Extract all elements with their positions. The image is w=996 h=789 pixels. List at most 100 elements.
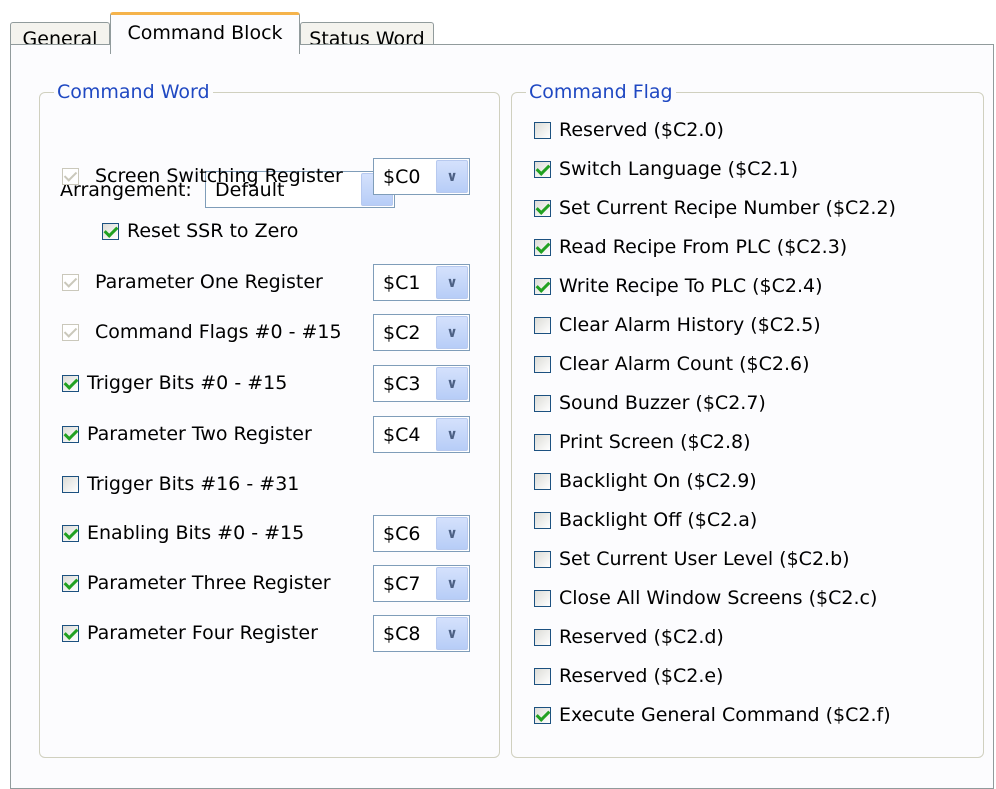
- command-word-checkbox[interactable]: [62, 574, 79, 592]
- command-flag-checkbox[interactable]: [534, 355, 551, 373]
- command-flag-checkbox[interactable]: [534, 316, 551, 334]
- register-select[interactable]: $C2 ∨: [373, 314, 470, 351]
- register-select[interactable]: $C8 ∨: [373, 615, 470, 652]
- chevron-down-icon[interactable]: ∨: [436, 367, 468, 400]
- command-flag-checkbox[interactable]: [534, 394, 551, 412]
- command-word-checkbox: [62, 167, 79, 185]
- command-word-label: Command Flags #0 - #15: [95, 321, 342, 343]
- command-word-checkbox[interactable]: [102, 222, 119, 240]
- chevron-down-icon[interactable]: ∨: [436, 160, 468, 193]
- command-flag-item: Execute General Command ($C2.f): [534, 700, 891, 730]
- command-flag-label: Reserved ($C2.e): [559, 665, 724, 687]
- command-flag-label: Backlight On ($C2.9): [559, 470, 757, 492]
- command-flag-checkbox[interactable]: [534, 433, 551, 451]
- command-flag-label: Set Current User Level ($C2.b): [559, 548, 850, 570]
- register-value: $C7: [383, 573, 421, 595]
- register-value: $C3: [383, 373, 421, 395]
- command-word-row: Parameter One Register: [62, 267, 323, 297]
- command-word-checkbox[interactable]: [62, 475, 79, 493]
- command-word-row: Command Flags #0 - #15: [62, 317, 342, 347]
- command-flag-label: Reserved ($C2.0): [559, 119, 724, 141]
- tab-panel: Command Word Arrangement: Default ∨ Scre…: [10, 44, 994, 789]
- command-word-row: Trigger Bits #0 - #15: [62, 368, 287, 398]
- command-flag-item: Backlight Off ($C2.a): [534, 505, 757, 535]
- chevron-down-icon[interactable]: ∨: [436, 517, 468, 550]
- command-flag-label: Write Recipe To PLC ($C2.4): [559, 275, 823, 297]
- chevron-down-icon[interactable]: ∨: [436, 316, 468, 349]
- command-flag-title: Command Flag: [526, 80, 676, 104]
- command-flag-checkbox[interactable]: [534, 628, 551, 646]
- command-flag-item: Switch Language ($C2.1): [534, 154, 798, 184]
- command-flag-item: Clear Alarm History ($C2.5): [534, 310, 821, 340]
- command-flag-item: Read Recipe From PLC ($C2.3): [534, 232, 847, 262]
- command-flag-checkbox[interactable]: [534, 199, 551, 217]
- command-word-checkbox: [62, 323, 79, 341]
- command-word-checkbox[interactable]: [62, 374, 79, 392]
- command-flag-label: Close All Window Screens ($C2.c): [559, 587, 878, 609]
- command-word-row: Reset SSR to Zero: [102, 216, 298, 246]
- command-word-label: Parameter One Register: [95, 271, 323, 293]
- command-flag-label: Print Screen ($C2.8): [559, 431, 751, 453]
- command-flag-label: Set Current Recipe Number ($C2.2): [559, 197, 896, 219]
- command-flag-item: Reserved ($C2.0): [534, 115, 724, 145]
- register-select[interactable]: $C0 ∨: [373, 158, 470, 195]
- command-flag-checkbox[interactable]: [534, 277, 551, 295]
- tab-command-block[interactable]: Command Block: [110, 12, 300, 54]
- command-word-group: Command Word Arrangement: Default ∨ Scre…: [39, 80, 500, 758]
- chevron-down-icon[interactable]: ∨: [436, 567, 468, 600]
- command-flag-item: Print Screen ($C2.8): [534, 427, 751, 457]
- command-word-checkbox[interactable]: [62, 425, 79, 443]
- command-flag-item: Set Current Recipe Number ($C2.2): [534, 193, 896, 223]
- register-select[interactable]: $C1 ∨: [373, 264, 470, 301]
- command-word-label: Trigger Bits #0 - #15: [87, 372, 288, 394]
- chevron-down-icon[interactable]: ∨: [436, 617, 468, 650]
- command-flag-group: Command Flag Reserved ($C2.0) Switch Lang…: [511, 80, 984, 758]
- command-flag-item: Clear Alarm Count ($C2.6): [534, 349, 810, 379]
- register-select[interactable]: $C6 ∨: [373, 515, 470, 552]
- register-value: $C1: [383, 272, 421, 294]
- command-flag-checkbox[interactable]: [534, 511, 551, 529]
- command-flag-checkbox[interactable]: [534, 550, 551, 568]
- command-flag-item: Close All Window Screens ($C2.c): [534, 583, 877, 613]
- command-word-row: Enabling Bits #0 - #15: [62, 518, 304, 548]
- command-flag-label: Switch Language ($C2.1): [559, 158, 799, 180]
- command-word-checkbox[interactable]: [62, 524, 79, 542]
- register-select[interactable]: $C7 ∨: [373, 565, 470, 602]
- command-flag-label: Clear Alarm Count ($C2.6): [559, 353, 810, 375]
- register-select[interactable]: $C3 ∨: [373, 365, 470, 402]
- command-flag-checkbox[interactable]: [534, 706, 551, 724]
- command-word-row: Parameter Two Register: [62, 419, 312, 449]
- register-value: $C6: [383, 523, 421, 545]
- command-word-label: Parameter Two Register: [87, 423, 312, 445]
- command-word-label: Parameter Four Register: [87, 622, 318, 644]
- register-value: $C8: [383, 623, 421, 645]
- register-value: $C0: [383, 166, 421, 188]
- register-select[interactable]: $C4 ∨: [373, 416, 470, 453]
- command-flag-item: Reserved ($C2.d): [534, 622, 724, 652]
- chevron-down-icon[interactable]: ∨: [436, 266, 468, 299]
- command-word-row: Parameter Three Register: [62, 568, 331, 598]
- command-flag-checkbox[interactable]: [534, 667, 551, 685]
- command-flag-label: Clear Alarm History ($C2.5): [559, 314, 821, 336]
- command-word-checkbox[interactable]: [62, 624, 79, 642]
- command-flag-label: Backlight Off ($C2.a): [559, 509, 758, 531]
- command-flag-checkbox[interactable]: [534, 121, 551, 139]
- command-flag-label: Read Recipe From PLC ($C2.3): [559, 236, 848, 258]
- command-flag-item: Backlight On ($C2.9): [534, 466, 757, 496]
- command-word-label: Trigger Bits #16 - #31: [87, 473, 300, 495]
- command-flag-checkbox[interactable]: [534, 160, 551, 178]
- command-flag-checkbox[interactable]: [534, 238, 551, 256]
- command-flag-item: Reserved ($C2.e): [534, 661, 723, 691]
- command-flag-label: Reserved ($C2.d): [559, 626, 724, 648]
- command-flag-item: Set Current User Level ($C2.b): [534, 544, 850, 574]
- command-word-label: Parameter Three Register: [87, 572, 331, 594]
- command-flag-label: Execute General Command ($C2.f): [559, 704, 891, 726]
- chevron-down-icon[interactable]: ∨: [436, 418, 468, 451]
- command-flag-checkbox[interactable]: [534, 472, 551, 490]
- command-flag-label: Sound Buzzer ($C2.7): [559, 392, 766, 414]
- command-flag-item: Write Recipe To PLC ($C2.4): [534, 271, 823, 301]
- command-flag-checkbox[interactable]: [534, 589, 551, 607]
- command-word-label: Screen Switching Register: [95, 165, 343, 187]
- command-flag-item: Sound Buzzer ($C2.7): [534, 388, 766, 418]
- command-word-label: Enabling Bits #0 - #15: [87, 522, 305, 544]
